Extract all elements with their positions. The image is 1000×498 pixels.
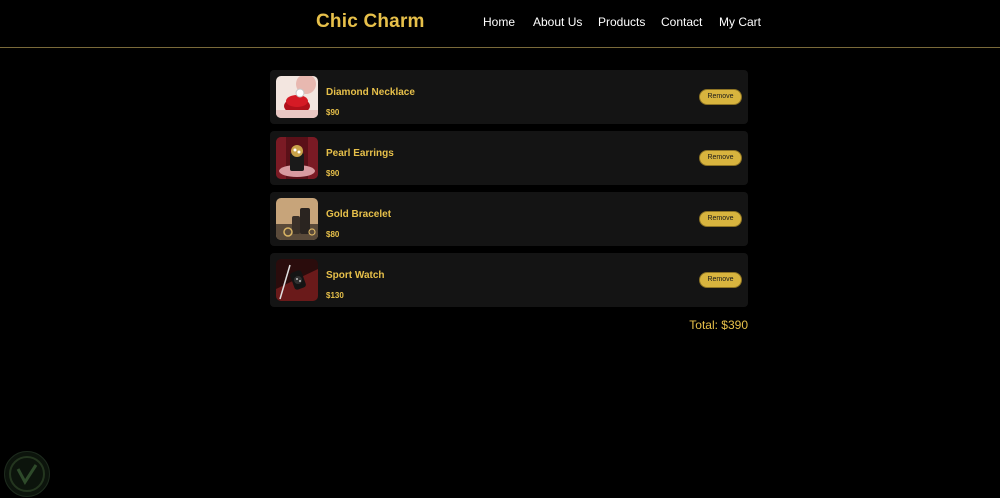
- cart-item: Pearl Earrings $90 Remove: [270, 131, 748, 185]
- cart-item: Gold Bracelet $80 Remove: [270, 192, 748, 246]
- cart-list: Diamond Necklace $90 Remove Pearl Earrin…: [270, 70, 748, 314]
- nav-home[interactable]: Home: [483, 15, 515, 29]
- cart-item: Diamond Necklace $90 Remove: [270, 70, 748, 124]
- watch-image: [276, 259, 318, 301]
- item-price: $90: [326, 108, 340, 117]
- cart-total: Total: $390: [689, 318, 748, 332]
- remove-button[interactable]: Remove: [699, 150, 742, 166]
- item-price: $130: [326, 291, 344, 300]
- nav-products[interactable]: Products: [598, 15, 645, 29]
- item-name[interactable]: Sport Watch: [326, 270, 385, 281]
- site-header: Chic Charm Home About Us Products Contac…: [0, 0, 1000, 48]
- nav-my-cart[interactable]: My Cart: [719, 15, 761, 29]
- item-name[interactable]: Pearl Earrings: [326, 148, 394, 159]
- remove-button[interactable]: Remove: [699, 89, 742, 105]
- nav-contact[interactable]: Contact: [661, 15, 702, 29]
- item-name[interactable]: Diamond Necklace: [326, 87, 415, 98]
- remove-button[interactable]: Remove: [699, 272, 742, 288]
- item-name[interactable]: Gold Bracelet: [326, 209, 391, 220]
- necklace-image: [276, 76, 318, 118]
- cart-item: Sport Watch $130 Remove: [270, 253, 748, 307]
- shield-check-icon[interactable]: [4, 451, 50, 497]
- page: Chic Charm Home About Us Products Contac…: [0, 0, 1000, 498]
- bracelet-image: [276, 198, 318, 240]
- remove-button[interactable]: Remove: [699, 211, 742, 227]
- nav-about-us[interactable]: About Us: [533, 15, 582, 29]
- earrings-image: [276, 137, 318, 179]
- item-price: $80: [326, 230, 340, 239]
- main-nav: Home About Us Products Contact My Cart: [0, 15, 1000, 35]
- item-price: $90: [326, 169, 340, 178]
